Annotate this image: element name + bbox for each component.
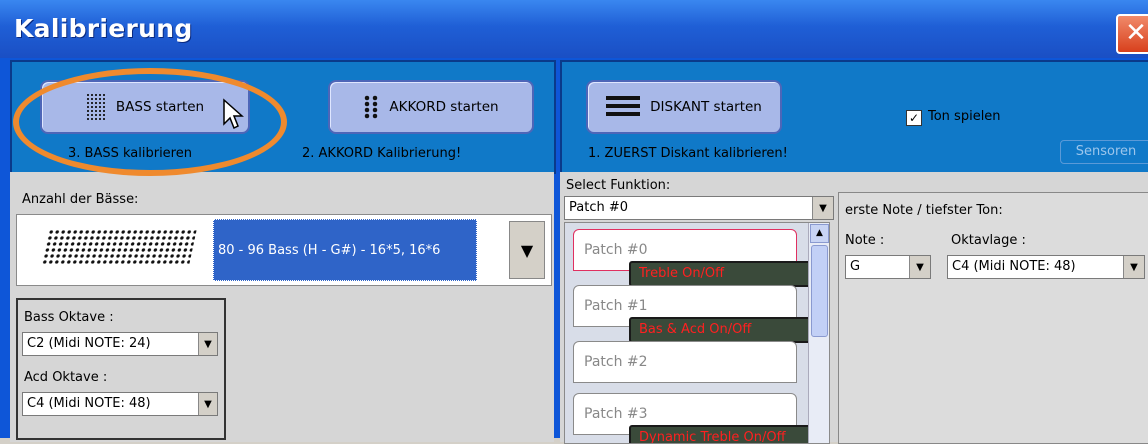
diskant-start-button[interactable]: DISKANT starten xyxy=(586,80,782,134)
patch-label: Patch #0 xyxy=(584,242,648,258)
bass-oktave-select[interactable]: C2 (Midi NOTE: 24) ▼ xyxy=(22,332,218,356)
funktion-label: Select Funktion: xyxy=(566,178,671,193)
note-header: erste Note / tiefster Ton: xyxy=(845,203,1003,218)
sensoren-button[interactable]: Sensoren xyxy=(1060,140,1148,164)
patch-tag: Treble On/Off xyxy=(629,261,811,287)
title-bar: Kalibrierung ✕ xyxy=(0,0,1148,58)
chevron-down-icon[interactable]: ▼ xyxy=(198,333,217,355)
note-group: erste Note / tiefster Ton: Note : G ▼ Ok… xyxy=(838,192,1148,444)
bass-caption: 3. BASS kalibrieren xyxy=(68,146,192,161)
patch-tag: Bas & Acd On/Off xyxy=(629,317,811,343)
bass-count-dropdown-button[interactable]: ▼ xyxy=(509,221,545,279)
acd-oktave-value: C4 (Midi NOTE: 48) xyxy=(27,396,151,411)
oktave-group: Bass Oktave : C2 (Midi NOTE: 24) ▼ Acd O… xyxy=(16,298,226,440)
diskant-start-label: DISKANT starten xyxy=(650,99,762,115)
ton-spielen-checkbox[interactable]: ✓ xyxy=(906,110,922,126)
akkord-start-label: AKKORD starten xyxy=(389,99,499,115)
scroll-thumb[interactable] xyxy=(811,245,828,337)
bass-oktave-label: Bass Oktave : xyxy=(24,310,114,325)
oktavlage-select[interactable]: C4 (Midi NOTE: 48) ▼ xyxy=(947,255,1145,279)
window-title: Kalibrierung xyxy=(14,14,193,43)
funktion-panel: Select Funktion: Patch #0 ▼ Patch #0 Tre… xyxy=(560,172,1148,444)
akkord-dots-icon xyxy=(363,95,380,119)
bass-oktave-value: C2 (Midi NOTE: 24) xyxy=(27,336,151,351)
bass-start-label: BASS starten xyxy=(115,99,205,115)
akkord-caption: 2. AKKORD Kalibrierung! xyxy=(302,146,462,161)
bass-grid-icon xyxy=(85,93,106,121)
funktion-select[interactable]: Patch #0 ▼ xyxy=(564,196,834,220)
chevron-down-icon[interactable]: ▼ xyxy=(812,197,833,219)
mouse-cursor-icon xyxy=(223,98,244,130)
note-value: G xyxy=(850,259,861,274)
patch-label: Patch #2 xyxy=(584,354,648,370)
akkord-start-button[interactable]: AKKORD starten xyxy=(328,80,534,134)
patch-label: Patch #1 xyxy=(584,298,648,314)
chevron-down-icon[interactable]: ▼ xyxy=(198,393,217,415)
bass-akkord-panel: BASS starten 3. BASS kalibrieren AKKORD … xyxy=(10,60,556,174)
diskant-panel: DISKANT starten 1. ZUERST Diskant kalibr… xyxy=(560,60,1148,174)
patch-label: Patch #3 xyxy=(584,406,648,422)
anzahl-label: Anzahl der Bässe: xyxy=(22,192,139,207)
patch-tag: Dynamic Treble On/Off xyxy=(629,425,811,443)
funktion-value: Patch #0 xyxy=(569,200,629,215)
bass-count-selected: 80 - 96 Bass (H - G#) - 16*5, 16*6 xyxy=(213,219,477,281)
ton-spielen-label: Ton spielen xyxy=(928,109,1001,124)
note-select[interactable]: G ▼ xyxy=(845,255,931,279)
acd-oktave-select[interactable]: C4 (Midi NOTE: 48) ▼ xyxy=(22,392,218,416)
oktavlage-label: Oktavlage : xyxy=(951,233,1026,248)
bass-start-button[interactable]: BASS starten xyxy=(40,80,250,134)
scroll-up-icon[interactable]: ▲ xyxy=(810,224,829,243)
chevron-down-icon[interactable]: ▼ xyxy=(909,256,930,278)
patch-scrollbar[interactable]: ▲ xyxy=(808,223,829,443)
close-button[interactable]: ✕ xyxy=(1116,14,1148,54)
bass-settings-panel: Anzahl der Bässe: 80 - 96 Bass (H - G#) … xyxy=(10,172,554,442)
patch-list[interactable]: Patch #0 Treble On/Off Patch #1 Bas & Ac… xyxy=(564,222,830,444)
oktavlage-value: C4 (Midi NOTE: 48) xyxy=(952,259,1076,274)
acd-oktave-label: Acd Oktave : xyxy=(24,370,108,385)
diskant-bars-icon xyxy=(606,96,641,118)
bass-layout-icon xyxy=(41,229,197,265)
list-item[interactable]: Patch #2 xyxy=(573,341,797,383)
diskant-caption: 1. ZUERST Diskant kalibrieren! xyxy=(588,146,788,161)
note-label: Note : xyxy=(845,233,885,248)
bass-count-combo[interactable]: 80 - 96 Bass (H - G#) - 16*5, 16*6 ▼ xyxy=(16,214,552,286)
chevron-down-icon[interactable]: ▼ xyxy=(1123,256,1144,278)
window-frame: BASS starten 3. BASS kalibrieren AKKORD … xyxy=(0,58,1148,444)
